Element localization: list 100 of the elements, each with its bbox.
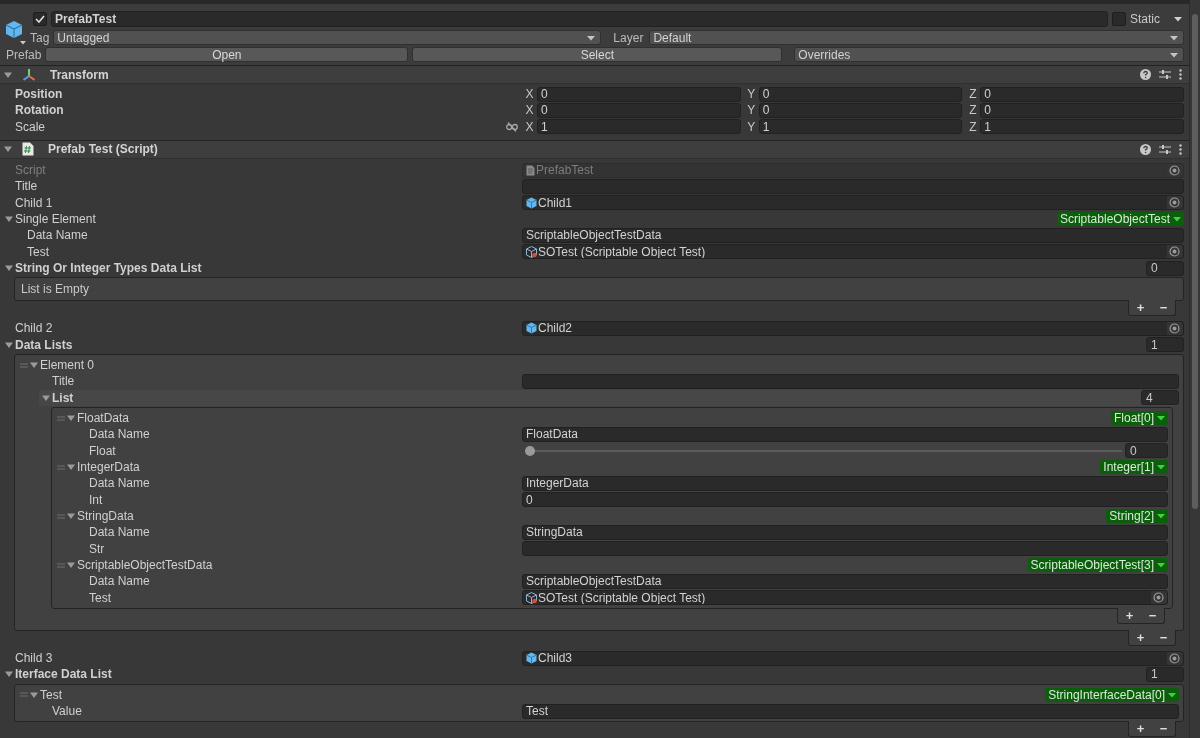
object-picker-button[interactable] xyxy=(1167,651,1183,665)
property-label: Scale xyxy=(15,119,46,134)
axis-label: Z xyxy=(968,119,978,134)
object-picker-button[interactable] xyxy=(1167,245,1183,259)
text-field[interactable]: ScriptableObjectTestData xyxy=(522,573,1168,589)
unlinked-chain-icon[interactable] xyxy=(506,121,518,132)
kebab-menu-icon[interactable] xyxy=(1179,144,1182,155)
count-field[interactable]: 1 xyxy=(1146,337,1184,353)
remove-button[interactable]: − xyxy=(1156,722,1171,736)
caret-icon xyxy=(1157,415,1165,422)
layer-dropdown[interactable]: Default xyxy=(649,30,1184,45)
property-label: Data Name xyxy=(89,427,150,442)
text-field[interactable]: FloatData xyxy=(522,426,1168,442)
text-field[interactable]: 0 xyxy=(522,492,1168,508)
number-field[interactable]: 0 xyxy=(980,86,1184,102)
foldout-arrow-icon[interactable] xyxy=(67,561,75,570)
text-field[interactable] xyxy=(522,373,1179,389)
text-field[interactable] xyxy=(522,541,1168,557)
foldout-arrow-icon[interactable] xyxy=(42,393,50,402)
slider-thumb[interactable] xyxy=(525,445,535,456)
type-dropdown[interactable]: ScriptableObjectTest xyxy=(1056,212,1184,227)
add-button[interactable]: + xyxy=(1133,301,1148,315)
help-icon[interactable] xyxy=(1140,69,1151,80)
type-dropdown[interactable]: StringInterfaceData[0] xyxy=(1045,687,1179,702)
foldout-arrow-icon[interactable] xyxy=(67,463,75,472)
gameobject-cube-icon[interactable] xyxy=(5,20,27,46)
active-checkbox[interactable] xyxy=(33,12,47,26)
count-field[interactable]: 1 xyxy=(1146,666,1184,682)
slider-track[interactable] xyxy=(525,444,1122,457)
add-button[interactable]: + xyxy=(1122,608,1137,622)
foldout-arrow-icon[interactable] xyxy=(5,215,13,224)
static-checkbox[interactable] xyxy=(1112,12,1126,26)
prefab-button[interactable]: Select xyxy=(412,47,783,62)
object-picker-button[interactable] xyxy=(1167,163,1183,177)
text-field[interactable]: StringData xyxy=(522,524,1168,540)
number-field[interactable]: 0 xyxy=(758,103,963,118)
prefab-button[interactable]: Open xyxy=(45,47,409,62)
object-field[interactable]: Child3 xyxy=(522,650,1184,666)
count-field[interactable]: 4 xyxy=(1141,390,1179,406)
caret-icon xyxy=(1168,691,1176,698)
scrollbar-track[interactable] xyxy=(1189,0,1200,738)
object-field[interactable]: Child1 xyxy=(522,195,1184,211)
count-field[interactable]: 0 xyxy=(1146,260,1184,276)
foldout-arrow-icon[interactable] xyxy=(5,340,13,349)
number-field[interactable]: 0 xyxy=(758,86,963,102)
transform-axes-icon xyxy=(22,67,36,82)
type-dropdown[interactable]: String[2] xyxy=(1106,509,1168,524)
number-field[interactable]: 1 xyxy=(537,119,741,135)
tag-dropdown[interactable]: Untagged xyxy=(53,30,602,45)
foldout-arrow-icon[interactable] xyxy=(4,145,12,154)
overrides-dropdown[interactable]: Overrides xyxy=(794,47,1184,62)
number-field[interactable]: 0 xyxy=(1125,443,1168,459)
object-picker-button[interactable] xyxy=(1167,321,1183,335)
object-picker-button[interactable] xyxy=(1151,591,1167,605)
axis-label: X xyxy=(524,87,535,102)
component-title: Transform xyxy=(50,67,109,82)
presets-icon[interactable] xyxy=(1159,144,1171,155)
prefab-label: Prefab xyxy=(6,47,42,62)
foldout-arrow-icon[interactable] xyxy=(67,414,75,423)
object-field[interactable]: SOTest (Scriptable Object Test) xyxy=(522,590,1168,606)
foldout-arrow-icon[interactable] xyxy=(30,690,38,699)
type-dropdown[interactable]: Integer[1] xyxy=(1100,460,1168,475)
type-dropdown[interactable]: ScriptableObjectTest[3] xyxy=(1027,558,1168,573)
foldout-arrow-icon[interactable] xyxy=(67,512,75,521)
number-field[interactable]: 1 xyxy=(758,119,963,135)
target-icon xyxy=(1153,592,1164,604)
number-field[interactable]: 1 xyxy=(980,119,1184,135)
foldout-arrow-icon[interactable] xyxy=(4,70,12,79)
object-field[interactable]: Child2 xyxy=(522,320,1184,336)
help-icon[interactable] xyxy=(1140,144,1151,155)
property-label: Child 1 xyxy=(15,195,53,210)
target-icon xyxy=(1169,652,1180,664)
property-label: Rotation xyxy=(15,103,64,118)
script-icon xyxy=(22,142,34,157)
axis-label: X xyxy=(524,103,535,118)
number-field[interactable]: 0 xyxy=(537,103,741,118)
property-label: Data Lists xyxy=(15,337,73,352)
property-label: Test xyxy=(89,590,111,605)
object-picker-button[interactable] xyxy=(1167,196,1183,210)
number-field[interactable]: 0 xyxy=(537,86,741,102)
foldout-arrow-icon[interactable] xyxy=(30,361,38,370)
number-field[interactable]: 0 xyxy=(980,103,1184,118)
foldout-arrow-icon[interactable] xyxy=(5,670,13,679)
property-label: Title xyxy=(52,374,75,389)
text-field[interactable]: Test xyxy=(522,703,1179,719)
type-dropdown[interactable]: Float[0] xyxy=(1110,411,1168,426)
scrollbar-thumb[interactable] xyxy=(1192,14,1198,509)
text-field[interactable]: ScriptableObjectTestData xyxy=(522,227,1184,243)
text-field[interactable]: IntegerData xyxy=(522,475,1168,491)
remove-button[interactable]: − xyxy=(1156,301,1171,315)
foldout-arrow-icon[interactable] xyxy=(5,264,13,273)
remove-button[interactable]: − xyxy=(1145,608,1160,622)
presets-icon[interactable] xyxy=(1159,69,1171,80)
add-button[interactable]: + xyxy=(1133,630,1148,644)
name-field[interactable]: PrefabTest xyxy=(51,11,1108,27)
add-button[interactable]: + xyxy=(1133,722,1148,736)
property-label: FloatData xyxy=(77,411,130,426)
kebab-menu-icon[interactable] xyxy=(1179,69,1182,80)
remove-button[interactable]: − xyxy=(1156,630,1171,644)
object-field[interactable]: SOTest (Scriptable Object Test) xyxy=(522,244,1184,260)
